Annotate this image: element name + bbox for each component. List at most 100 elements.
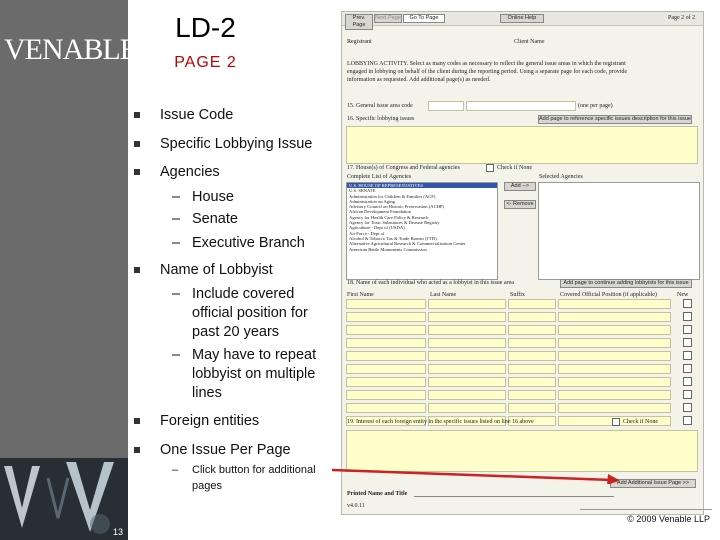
last-name-field[interactable] <box>427 299 506 309</box>
suffix-field[interactable] <box>507 351 557 361</box>
remove-agency-button[interactable]: <- Remove <box>504 200 536 209</box>
add-additional-issue-page-button[interactable]: Add Additional Issue Page >> <box>610 479 696 488</box>
new-lobbyist-checkbox[interactable] <box>683 312 692 321</box>
last-name-field[interactable] <box>427 403 506 413</box>
last-name-field[interactable] <box>427 364 506 374</box>
first-name-field[interactable] <box>346 377 426 387</box>
covered-position-field[interactable] <box>558 351 672 361</box>
bullet-one-issue: One Issue Per Page <box>134 442 291 458</box>
covered-position-field[interactable] <box>558 390 672 400</box>
covered-position-field[interactable] <box>558 325 672 335</box>
prev-page-button[interactable]: Prev. Page <box>345 14 373 30</box>
covered-position-field[interactable] <box>558 364 672 374</box>
new-lobbyist-checkbox[interactable] <box>683 338 692 347</box>
general-issue-description <box>466 101 576 111</box>
suffix-field[interactable] <box>507 403 557 413</box>
agency-listbox[interactable]: U.S. HOUSE OF REPRESENTATIVES U.S. SENATE… <box>346 182 498 280</box>
lobbyists-label: 18. Name of each individual who acted as… <box>347 280 514 286</box>
last-name-field[interactable] <box>427 351 506 361</box>
suffix-field[interactable] <box>507 377 557 387</box>
new-lobbyist-checkbox[interactable] <box>683 390 692 399</box>
online-help-button[interactable]: Online Help <box>500 14 544 23</box>
lobbyist-row <box>346 299 692 309</box>
new-lobbyist-checkbox[interactable] <box>683 351 692 360</box>
sub-bullet-click-2: pages <box>192 480 222 492</box>
agencies-none-checkbox[interactable] <box>486 164 494 172</box>
first-name-field[interactable] <box>346 299 426 309</box>
new-lobbyist-checkbox[interactable] <box>683 325 692 334</box>
suffix-field[interactable] <box>507 390 557 400</box>
sub-bullet-repeat-3: lines <box>192 385 222 401</box>
first-name-field[interactable] <box>346 364 426 374</box>
sub-bullet-covered-1: Include covered <box>172 285 294 304</box>
suffix-field[interactable] <box>507 299 557 309</box>
copyright: © 2009 Venable LLP <box>627 514 710 524</box>
bullet-lobbyist: Name of Lobbyist <box>134 262 273 278</box>
suffix-field[interactable] <box>507 325 557 335</box>
check-if-none-label: Check if None <box>497 165 532 171</box>
footer-rule <box>580 509 712 510</box>
bullet-list: Issue Code Specific Lobbying Issue Agenc… <box>132 0 337 540</box>
page-of-label: Page 2 of 2 <box>668 15 696 21</box>
last-name-field[interactable] <box>427 325 506 335</box>
vv-artwork-image <box>0 458 128 540</box>
first-name-field[interactable] <box>346 403 426 413</box>
col-suffix: Suffix <box>510 292 525 298</box>
bullet-specific-issue: Specific Lobbying Issue <box>133 136 313 152</box>
specific-issues-textarea[interactable] <box>346 126 698 164</box>
last-name-field[interactable] <box>427 390 506 400</box>
col-covered-position: Covered Official Position (if applicable… <box>560 292 657 298</box>
ld2-form-screenshot: Prev. Page Next Page Go To Page Online H… <box>341 11 704 515</box>
next-page-button[interactable]: Next Page <box>374 14 402 23</box>
new-lobbyist-checkbox[interactable] <box>683 403 692 412</box>
first-name-field[interactable] <box>346 312 426 322</box>
registrant-label: Registrant <box>347 39 372 45</box>
lobbyist-row <box>346 325 692 335</box>
last-name-field[interactable] <box>427 312 506 322</box>
lobbying-activity-text: LOBBYING ACTIVITY. Select as many codes … <box>347 61 626 67</box>
lobbyist-grid <box>346 299 692 429</box>
foreign-none-checkbox[interactable] <box>612 418 620 426</box>
agency-option[interactable]: American Battle Monuments Commission <box>347 247 497 252</box>
general-issue-select[interactable] <box>428 101 464 111</box>
covered-position-field[interactable] <box>558 299 672 309</box>
first-name-field[interactable] <box>346 325 426 335</box>
sub-bullet-house: House <box>172 188 234 207</box>
printed-name-label: Printed Name and Title <box>347 491 408 497</box>
suffix-field[interactable] <box>507 312 557 322</box>
add-specific-issue-button[interactable]: Add page to reference specific issues de… <box>538 115 692 124</box>
suffix-field[interactable] <box>507 364 557 374</box>
logo-main: VENABLE <box>4 33 138 66</box>
new-lobbyist-checkbox[interactable] <box>683 416 692 425</box>
goto-page-select[interactable]: Go To Page <box>403 14 445 23</box>
suffix-field[interactable] <box>507 338 557 348</box>
lobbyist-row <box>346 312 692 322</box>
sub-bullet-repeat-1: May have to repeat <box>172 346 316 365</box>
general-issue-label: 15. General issue area code <box>347 103 413 109</box>
form-code: v4.0.11 <box>347 503 365 509</box>
lobbyist-row <box>346 364 692 374</box>
first-name-field[interactable] <box>346 351 426 361</box>
add-lobbyist-page-button[interactable]: Add page to continue adding lobbyists fo… <box>560 279 692 288</box>
new-lobbyist-checkbox[interactable] <box>683 377 692 386</box>
signature-line <box>414 496 614 497</box>
covered-position-field[interactable] <box>558 338 672 348</box>
lobbying-activity-text-2: engaged in lobbying on behalf of the cli… <box>347 69 628 75</box>
covered-position-field[interactable] <box>558 377 672 387</box>
selected-agencies-listbox[interactable] <box>538 182 700 280</box>
specific-issues-label: 16. Specific lobbying issues <box>347 116 415 122</box>
first-name-field[interactable] <box>346 338 426 348</box>
covered-position-field[interactable] <box>558 403 672 413</box>
add-agency-button[interactable]: Add --> <box>504 182 536 191</box>
covered-position-field[interactable] <box>558 312 672 322</box>
new-lobbyist-checkbox[interactable] <box>683 364 692 373</box>
first-name-field[interactable] <box>346 390 426 400</box>
new-lobbyist-checkbox[interactable] <box>683 299 692 308</box>
lobbyist-row <box>346 338 692 348</box>
last-name-field[interactable] <box>427 377 506 387</box>
last-name-field[interactable] <box>427 338 506 348</box>
one-per-page-label: (one per page) <box>578 103 613 109</box>
complete-list-label: Complete List of Agencies <box>347 174 412 180</box>
foreign-check-if-none: Check if None <box>623 419 658 425</box>
sub-bullet-repeat-2: lobbyist on multiple <box>192 366 316 382</box>
